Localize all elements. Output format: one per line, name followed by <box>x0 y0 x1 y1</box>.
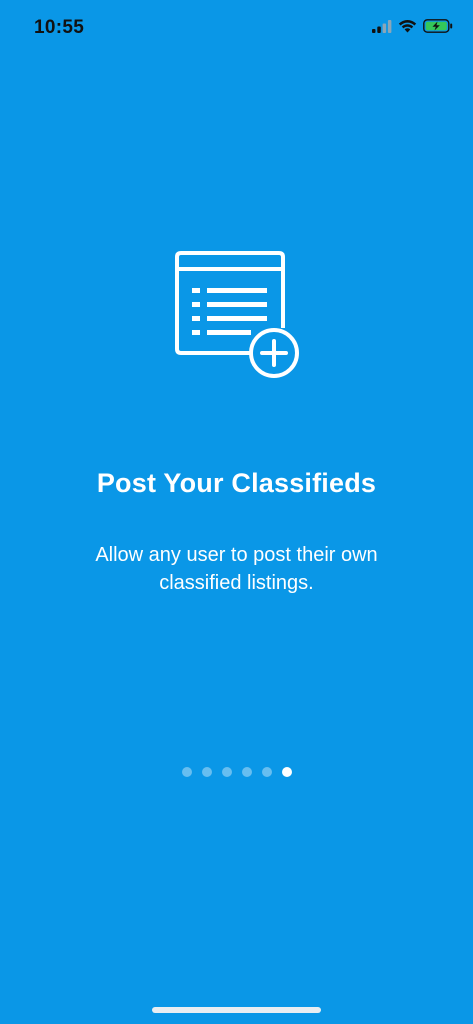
status-time: 10:55 <box>34 17 85 38</box>
page-indicator[interactable] <box>0 767 473 777</box>
cellular-signal-icon <box>372 19 392 33</box>
status-bar: 10:55 <box>0 0 473 56</box>
wifi-icon <box>398 20 417 33</box>
page-dot-4[interactable] <box>241 767 252 777</box>
home-indicator[interactable] <box>152 1007 321 1013</box>
onboarding-title: Post Your Classifieds <box>96 468 377 498</box>
page-dot-3[interactable] <box>221 767 232 777</box>
page-dot-5[interactable] <box>261 767 272 777</box>
page-dot-1[interactable] <box>181 767 192 777</box>
page-dot-6[interactable] <box>281 767 292 777</box>
page-dot-2[interactable] <box>201 767 212 777</box>
onboarding-description: Allow any user to post their own classif… <box>95 544 378 594</box>
add-listing-icon <box>175 251 299 378</box>
battery-charging-icon <box>423 19 453 33</box>
status-icons <box>372 19 453 33</box>
